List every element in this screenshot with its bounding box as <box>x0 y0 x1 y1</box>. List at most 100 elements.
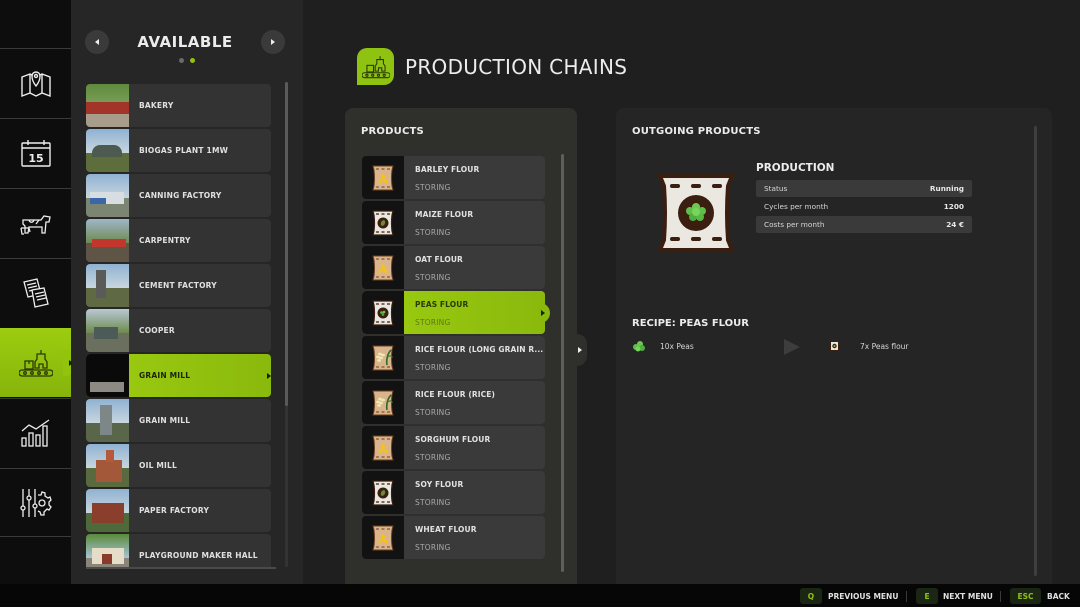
next-menu-button[interactable]: NEXT MENU <box>943 592 993 601</box>
animals-icon <box>19 215 51 235</box>
stat-label: Costs per month <box>764 220 825 229</box>
key-q-badge[interactable]: Q <box>800 588 822 604</box>
expand-arrow <box>577 334 587 366</box>
footer-separator <box>906 591 907 602</box>
key-e-badge[interactable]: E <box>916 588 938 604</box>
available-header: AVAILABLE <box>85 30 285 56</box>
nav-item-statistics[interactable] <box>0 398 71 467</box>
list-item-label: OIL MILL <box>139 461 177 470</box>
product-item-wheat-flour[interactable]: WHEAT FLOUR STORING <box>362 516 545 559</box>
key-esc-badge[interactable]: ESC <box>1010 588 1041 604</box>
product-item-peas-flour[interactable]: PEAS FLOUR STORING <box>362 291 550 334</box>
stat-row-cycles: Cycles per month 1200 <box>756 198 972 215</box>
page-dot[interactable] <box>179 58 184 63</box>
stat-row-costs: Costs per month 24 € <box>756 216 972 233</box>
peas-bag-icon <box>371 299 395 326</box>
product-item-oat-flour[interactable]: OAT FLOUR STORING <box>362 246 545 289</box>
product-text: OAT FLOUR STORING <box>404 246 463 289</box>
product-item-maize-flour[interactable]: MAIZE FLOUR STORING <box>362 201 545 244</box>
page-dot-active[interactable] <box>190 58 195 63</box>
footer-separator <box>1000 591 1001 602</box>
settings-icon <box>19 488 52 517</box>
product-thumbnail <box>362 246 404 289</box>
list-item-playground-maker-hall[interactable]: PLAYGROUND MAKER HALL <box>86 534 271 568</box>
list-item-label: CANNING FACTORY <box>139 191 222 200</box>
list-item-cooper[interactable]: COOPER <box>86 309 271 352</box>
previous-page-button[interactable] <box>85 30 109 54</box>
products-title: PRODUCTS <box>361 126 424 137</box>
list-divider <box>86 567 276 569</box>
list-item-canning-factory[interactable]: CANNING FACTORY <box>86 174 271 217</box>
product-thumbnail <box>362 381 404 424</box>
list-item-carpentry[interactable]: CARPENTRY <box>86 219 271 262</box>
products-panel: PRODUCTS BARLEY FLOUR STORING MAIZE FLOUR S… <box>345 108 577 584</box>
product-item-soy-flour[interactable]: SOY FLOUR STORING <box>362 471 545 514</box>
product-name: SORGHUM FLOUR <box>415 435 491 444</box>
grain-bag-icon <box>371 255 395 281</box>
product-name: MAIZE FLOUR <box>415 210 474 219</box>
grain-bag-icon <box>371 435 395 461</box>
product-item-rice-flour-long-grain-r[interactable]: RICE FLOUR (LONG GRAIN R... STORING <box>362 336 545 379</box>
list-item-bakery[interactable]: BAKERY <box>86 84 271 127</box>
scrollbar-thumb[interactable] <box>285 82 288 406</box>
list-item-label: COOPER <box>139 326 175 335</box>
next-page-button[interactable] <box>261 30 285 54</box>
outgoing-products-panel: OUTGOING PRODUCTS PRODUCTION Status Runn… <box>616 108 1052 584</box>
product-status: STORING <box>415 498 451 507</box>
product-name: WHEAT FLOUR <box>415 525 477 534</box>
product-item-sorghum-flour[interactable]: SORGHUM FLOUR STORING <box>362 426 545 469</box>
stat-value: 1200 <box>943 202 964 211</box>
arrow-left-icon <box>95 39 99 45</box>
production-heading: PRODUCTION <box>756 162 835 174</box>
product-item-barley-flour[interactable]: BARLEY FLOUR STORING <box>362 156 545 199</box>
list-item-biogas-plant[interactable]: BIOGAS PLANT 1MW <box>86 129 271 172</box>
stat-label: Status <box>764 184 788 193</box>
nav-item-map[interactable] <box>0 48 71 117</box>
list-item-label: CEMENT FACTORY <box>139 281 217 290</box>
map-icon <box>20 71 51 98</box>
product-name: RICE FLOUR (RICE) <box>415 390 496 399</box>
product-thumbnail <box>362 471 404 514</box>
product-text: SOY FLOUR STORING <box>404 471 463 514</box>
recipe-output: 7x Peas flour <box>860 342 909 351</box>
seed-bag-icon <box>371 479 395 506</box>
recipe-title: RECIPE: PEAS FLOUR <box>632 318 749 329</box>
seed-bag-icon <box>371 209 395 236</box>
grain-bag-icon <box>371 165 395 191</box>
nav-item-settings[interactable] <box>0 468 71 537</box>
back-button[interactable]: BACK <box>1047 592 1070 601</box>
previous-menu-button[interactable]: PREVIOUS MENU <box>828 592 898 601</box>
selected-indicator <box>267 373 271 379</box>
list-item-oil-mill[interactable]: OIL MILL <box>86 444 271 487</box>
list-item-label: PAPER FACTORY <box>139 506 210 515</box>
product-status: STORING <box>415 453 451 462</box>
available-panel: AVAILABLE BAKERY BIOGAS PLANT 1MW CANNIN… <box>71 0 303 584</box>
available-title: AVAILABLE <box>137 33 233 51</box>
product-text: MAIZE FLOUR STORING <box>404 201 473 244</box>
oil-mill-thumbnail <box>86 444 129 487</box>
nav-item-contracts[interactable] <box>0 258 71 327</box>
nav-rail: 15 <box>0 0 77 584</box>
product-name: OAT FLOUR <box>415 255 463 264</box>
nav-item-animals[interactable] <box>0 188 71 257</box>
list-item-label: BAKERY <box>139 101 174 110</box>
arrow-right-icon <box>271 39 275 45</box>
nav-item-production[interactable] <box>0 328 77 397</box>
products-scrollbar[interactable] <box>561 154 564 572</box>
outgoing-scrollbar[interactable] <box>1034 126 1037 576</box>
production-icon <box>361 55 390 78</box>
list-item-cement-factory[interactable]: CEMENT FACTORY <box>86 264 271 307</box>
list-item-grain-mill[interactable]: GRAIN MILL <box>86 399 271 442</box>
nav-item-calendar[interactable]: 15 <box>0 118 71 187</box>
list-item-grain-mill-selected[interactable]: GRAIN MILL <box>86 354 271 397</box>
products-list: BARLEY FLOUR STORING MAIZE FLOUR STORING OAT… <box>362 156 550 561</box>
stat-label: Cycles per month <box>764 202 829 211</box>
arrow-right-icon <box>784 339 800 355</box>
svg-text:15: 15 <box>28 152 43 165</box>
recipe-row: 10x Peas 7x Peas flour <box>632 339 932 355</box>
product-name: BARLEY FLOUR <box>415 165 480 174</box>
list-item-label: PLAYGROUND MAKER HALL <box>139 551 258 560</box>
list-item-paper-factory[interactable]: PAPER FACTORY <box>86 489 271 532</box>
product-item-rice-flour-rice[interactable]: RICE FLOUR (RICE) STORING <box>362 381 545 424</box>
rice-bag-icon <box>371 345 395 371</box>
